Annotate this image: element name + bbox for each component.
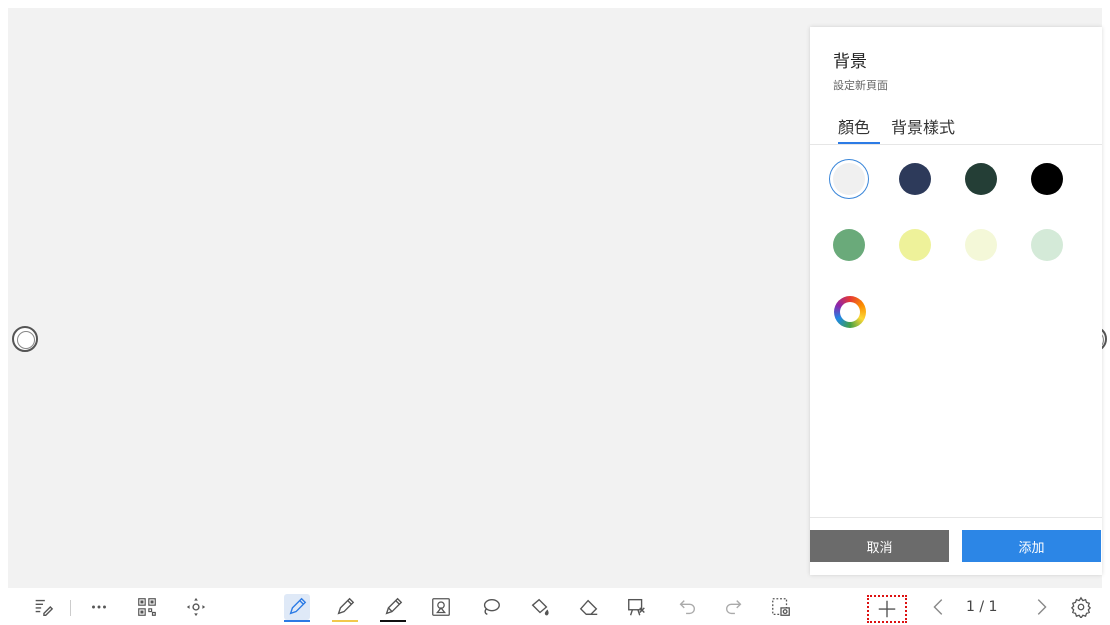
add-button[interactable]: 添加 bbox=[962, 530, 1101, 562]
add-page-icon bbox=[878, 600, 896, 618]
pen-icon[interactable] bbox=[284, 594, 310, 622]
screenshot-icon[interactable] bbox=[768, 594, 794, 620]
color-swatch[interactable] bbox=[899, 229, 931, 261]
highlighter-color-indicator bbox=[332, 620, 358, 622]
left-side-handle[interactable] bbox=[12, 326, 38, 352]
prev-page-icon[interactable] bbox=[926, 594, 952, 620]
color-swatch[interactable] bbox=[965, 229, 997, 261]
whiteboard-app: 背景 設定新頁面 顏色 背景樣式 取消 添加 1 / 1 bbox=[0, 0, 1110, 625]
panel-tabs: 顏色 背景樣式 bbox=[810, 109, 1102, 145]
color-swatch[interactable] bbox=[1031, 163, 1063, 195]
fill-bucket-icon[interactable] bbox=[527, 594, 553, 620]
add-page-button[interactable] bbox=[867, 595, 907, 623]
background-panel: 背景 設定新頁面 顏色 背景樣式 取消 添加 bbox=[810, 27, 1102, 575]
color-swatch[interactable] bbox=[899, 163, 931, 195]
pen-color-indicator bbox=[284, 620, 310, 622]
color-swatch[interactable] bbox=[833, 163, 865, 195]
lasso-icon[interactable] bbox=[478, 594, 504, 620]
page-indicator: 1 / 1 bbox=[966, 599, 998, 615]
pencil-color-indicator bbox=[380, 620, 406, 622]
board-clear-icon[interactable] bbox=[624, 594, 650, 620]
bottom-toolbar bbox=[0, 588, 1110, 625]
color-swatch[interactable] bbox=[833, 229, 865, 261]
shape-icon[interactable] bbox=[428, 594, 454, 620]
panel-title: 背景 bbox=[833, 52, 867, 72]
toolbar-separator bbox=[70, 600, 71, 616]
cancel-button[interactable]: 取消 bbox=[810, 530, 949, 562]
more-icon[interactable] bbox=[86, 594, 112, 620]
panel-subtitle: 設定新頁面 bbox=[833, 79, 888, 92]
tab-background-style[interactable]: 背景樣式 bbox=[891, 114, 955, 146]
eraser-icon[interactable] bbox=[576, 594, 602, 620]
panel-divider bbox=[810, 517, 1102, 518]
highlighter-icon[interactable] bbox=[332, 594, 358, 622]
redo-icon[interactable] bbox=[721, 594, 747, 620]
move-icon[interactable] bbox=[183, 594, 209, 620]
undo-icon[interactable] bbox=[674, 594, 700, 620]
qrcode-icon[interactable] bbox=[134, 594, 160, 620]
settings-icon[interactable] bbox=[1068, 594, 1094, 620]
next-page-icon[interactable] bbox=[1028, 594, 1054, 620]
color-wheel-icon[interactable] bbox=[834, 296, 866, 328]
pencil-icon[interactable] bbox=[380, 594, 406, 622]
color-swatch[interactable] bbox=[1031, 229, 1063, 261]
note-edit-icon[interactable] bbox=[30, 594, 56, 620]
color-swatch[interactable] bbox=[965, 163, 997, 195]
active-tab-indicator bbox=[838, 142, 880, 144]
